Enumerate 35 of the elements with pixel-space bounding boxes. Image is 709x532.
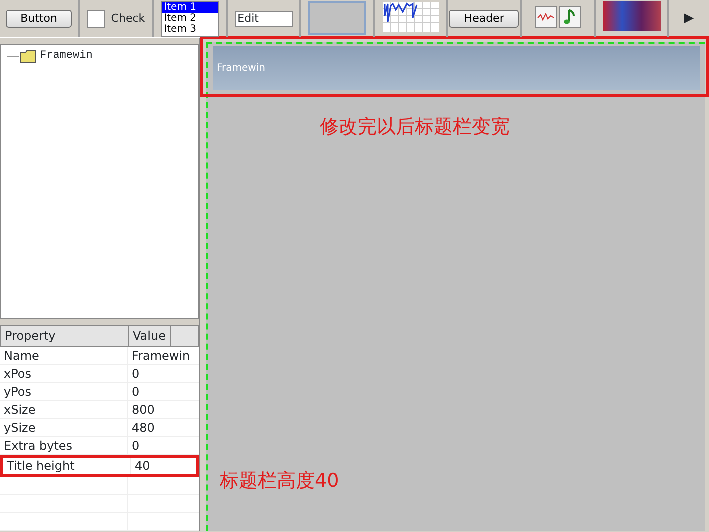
table-cell-text: 0 [131, 384, 141, 400]
table-cell: xSize [0, 401, 128, 418]
table-cell-text: 0 [131, 438, 141, 454]
table-cell-text: 480 [131, 420, 156, 436]
annotation-text: 修改完以后标题栏变宽 [320, 115, 511, 140]
column-header[interactable]: Property [1, 326, 129, 346]
widget-button[interactable]: Button [6, 10, 72, 28]
table-cell-text: 800 [131, 402, 156, 418]
table-cell-text: Framewin [131, 348, 192, 364]
header-button[interactable]: Header [449, 10, 520, 28]
image-placeholder [602, 1, 661, 31]
table-cell: yPos [0, 383, 128, 400]
scroll-right-arrow[interactable]: ▶ [684, 9, 694, 29]
music-note-icon[interactable] [559, 6, 582, 28]
tree-item[interactable]: Framewin [40, 48, 93, 64]
graph-icon[interactable] [382, 2, 439, 32]
waveform-icon[interactable] [535, 6, 558, 28]
list-item[interactable]: Item 1 [162, 2, 218, 13]
table-cell: xPos [0, 365, 128, 382]
table-cell-text: 40 [134, 458, 152, 474]
list-item[interactable]: Item 2 [162, 13, 218, 24]
table-cell-text: 0 [131, 366, 141, 382]
list-item[interactable]: Item 3 [162, 24, 218, 35]
column-header[interactable]: Value [129, 326, 171, 346]
annotation-text: 标题栏高度40 [220, 469, 340, 494]
checkbox[interactable] [87, 10, 106, 28]
listbox[interactable]: Item 1 Item 2 Item 3 [161, 1, 220, 37]
checkbox-label: Check [111, 10, 146, 27]
edit-field[interactable]: Edit [234, 11, 293, 27]
table-cell: ySize [0, 419, 128, 436]
table-cell: Extra bytes [0, 437, 128, 454]
folder-icon [20, 50, 36, 63]
table-cell: Name [0, 347, 128, 364]
table-cell: Title height [3, 458, 131, 474]
frame-title: Framewin [217, 62, 266, 76]
